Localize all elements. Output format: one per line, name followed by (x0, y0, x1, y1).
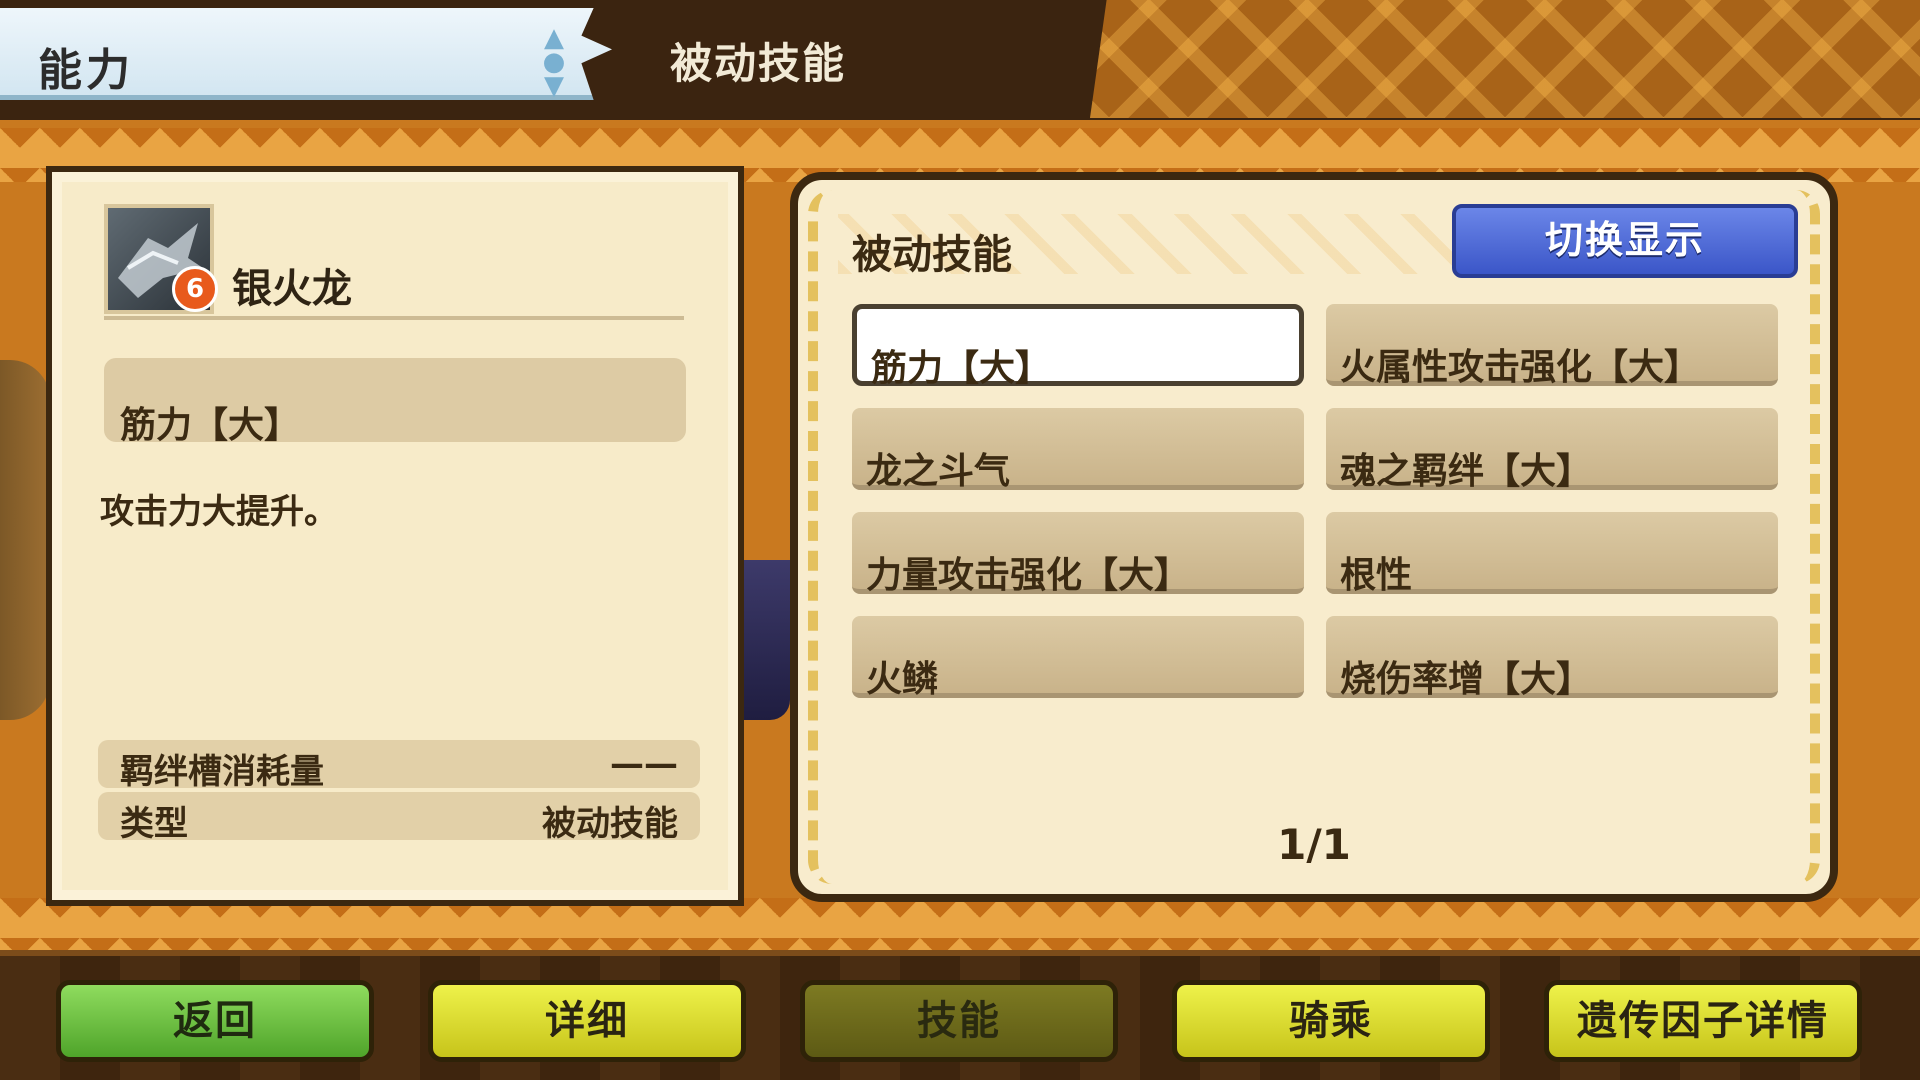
selected-skill-name: 筋力【大】 (120, 405, 301, 446)
decorative-band-lower (0, 898, 1920, 952)
skill-item[interactable]: 龙之斗气 (852, 408, 1304, 492)
info-row-bond-cost: 羁绊槽消耗量 —— (98, 740, 700, 792)
info-value: —— (610, 744, 678, 784)
detail-button[interactable]: 详细 (428, 980, 746, 1062)
monster-name: 银火龙 (232, 266, 352, 312)
skill-item[interactable]: 力量攻击强化【大】 (852, 512, 1304, 596)
skills-button[interactable]: 技能 (800, 980, 1118, 1062)
skill-list-panel: 被动技能 切换显示 筋力【大】 火属性攻击强化【大】 龙之斗气 魂之羁绊【大】 … (790, 172, 1838, 902)
screen-title: 能力 (38, 45, 134, 96)
back-button[interactable]: 返回 (56, 980, 374, 1062)
switch-display-button[interactable]: 切换显示 (1452, 204, 1798, 278)
skill-item[interactable]: 筋力【大】 (852, 304, 1304, 389)
page-indicator: 1/1 (1277, 820, 1351, 869)
monster-body-decoration (0, 360, 50, 720)
gene-detail-button[interactable]: 遗传因子详情 (1544, 980, 1862, 1062)
screen-title-plate: 能力 ▲ ● ▼ (0, 8, 612, 100)
info-row-type: 类型 被动技能 (98, 792, 700, 844)
skill-item[interactable]: 烧伤率增【大】 (1326, 616, 1778, 700)
skill-item[interactable]: 火属性攻击强化【大】 (1326, 304, 1778, 388)
info-value: 被动技能 (542, 804, 678, 844)
monster-wing-decoration (744, 560, 790, 720)
skill-item[interactable]: 根性 (1326, 512, 1778, 596)
name-divider (104, 316, 684, 320)
info-label: 类型 (120, 804, 188, 844)
scroll-arrows-icon[interactable]: ▲ ● ▼ (536, 25, 572, 99)
skill-item[interactable]: 魂之羁绊【大】 (1326, 408, 1778, 492)
skill-list-title: 被动技能 (852, 232, 1012, 278)
ride-button[interactable]: 骑乘 (1172, 980, 1490, 1062)
skill-description: 攻击力大提升。 (100, 492, 338, 532)
skill-detail-panel: 6 银火龙 筋力【大】 攻击力大提升。 羁绊槽消耗量 —— 类型 被动技能 (46, 166, 744, 906)
selected-skill-name-box: 筋力【大】 (104, 358, 686, 446)
section-title: 被动技能 (670, 39, 847, 88)
header-pattern (1090, 0, 1920, 118)
skill-item[interactable]: 火鳞 (852, 616, 1304, 700)
info-label: 羁绊槽消耗量 (120, 752, 324, 792)
fire-element-icon: 6 (172, 266, 218, 312)
